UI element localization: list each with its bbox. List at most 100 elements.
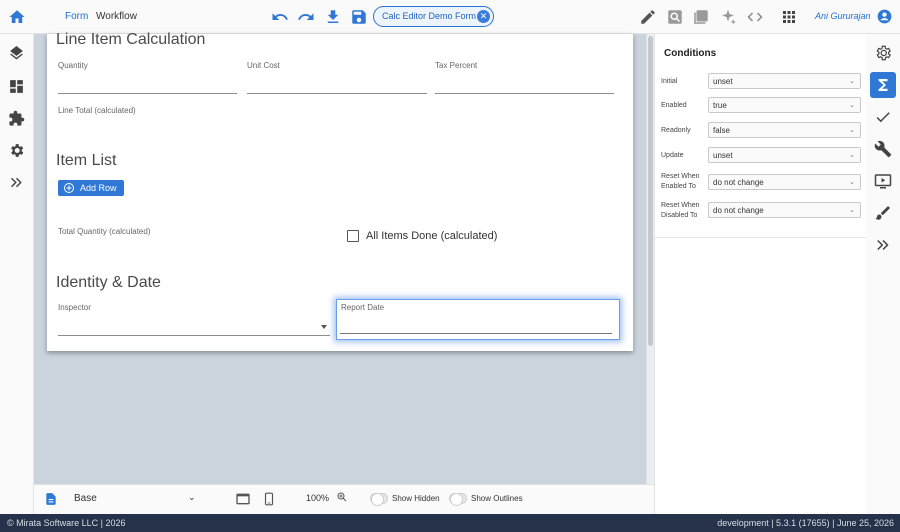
- section-title[interactable]: Identity & Date: [56, 274, 161, 292]
- panel-title: Conditions: [664, 48, 717, 59]
- show-hidden-label: Show Hidden: [392, 494, 440, 503]
- chevron-down-icon[interactable]: ⌄: [188, 492, 196, 503]
- section-title[interactable]: Line Item Calculation: [56, 31, 205, 49]
- section-title[interactable]: Item List: [56, 152, 116, 170]
- top-toolbar: Form Workflow Calc Editor Demo Form ✕ An…: [0, 0, 900, 34]
- select-value: true: [713, 101, 727, 110]
- bottom-toolbar: Base ⌄ 100% Show Hidden Show Outlines: [34, 484, 654, 514]
- chevron-down-icon: ⌄: [849, 207, 855, 214]
- close-icon[interactable]: ✕: [477, 10, 490, 23]
- report-date-input[interactable]: [340, 333, 612, 334]
- select-value: unset: [713, 151, 733, 160]
- reset-enabled-select[interactable]: do not change ⌄: [708, 174, 861, 190]
- paint-brush-icon[interactable]: [874, 204, 892, 222]
- expand-chevrons-icon[interactable]: [8, 174, 25, 191]
- prop-label-initial: Initial: [661, 78, 678, 85]
- field-label-tax-percent[interactable]: Tax Percent: [435, 61, 477, 70]
- all-items-done-checkbox[interactable]: [347, 230, 359, 242]
- home-icon[interactable]: [8, 8, 26, 26]
- download-icon[interactable]: [324, 8, 342, 26]
- chevron-down-icon: ⌄: [849, 152, 855, 159]
- footer-bar: © Mirata Software LLC | 2026 development…: [0, 514, 900, 532]
- properties-panel: Conditions Initial unset ⌄ Enabled true ⌄ …: [654, 34, 867, 514]
- report-date-field-selected[interactable]: Report Date: [336, 299, 620, 340]
- select-value: do not change: [713, 206, 764, 215]
- field-label-inspector[interactable]: Inspector: [58, 303, 91, 312]
- expand-chevrons-icon[interactable]: [874, 236, 892, 254]
- desktop-view-icon[interactable]: [235, 491, 251, 507]
- puzzle-extension-icon[interactable]: [8, 110, 25, 127]
- chevron-down-icon: ⌄: [849, 179, 855, 186]
- initial-select[interactable]: unset ⌄: [708, 73, 861, 89]
- add-circle-icon: [64, 183, 74, 193]
- divider: [655, 237, 867, 238]
- quantity-field[interactable]: [58, 93, 237, 94]
- zoom-in-icon[interactable]: [336, 491, 348, 503]
- version-info: development | 5.3.1 (17655) | June 25, 2…: [717, 518, 894, 528]
- dropdown-arrow-icon[interactable]: [321, 325, 327, 329]
- account-icon[interactable]: [877, 9, 892, 24]
- preview-play-icon[interactable]: [874, 172, 892, 190]
- canvas-scrollbar[interactable]: [646, 34, 654, 484]
- sigma-icon[interactable]: [874, 76, 892, 94]
- checkbox-label[interactable]: All Items Done (calculated): [366, 230, 497, 242]
- mobile-view-icon[interactable]: [262, 490, 276, 508]
- prop-label-update: Update: [661, 152, 684, 159]
- add-row-button[interactable]: Add Row: [58, 180, 124, 196]
- right-rail: [866, 34, 900, 514]
- preview-search-icon[interactable]: [666, 8, 684, 26]
- enabled-select[interactable]: true ⌄: [708, 97, 861, 113]
- reset-disabled-select[interactable]: do not change ⌄: [708, 202, 861, 218]
- show-outlines-label: Show Outlines: [471, 494, 523, 503]
- settings-gear-icon[interactable]: [874, 44, 892, 62]
- undo-icon[interactable]: [271, 8, 289, 26]
- inspector-dropdown[interactable]: [58, 335, 330, 336]
- layers-icon[interactable]: [8, 46, 25, 63]
- add-row-label: Add Row: [80, 183, 117, 193]
- zoom-level: 100%: [306, 493, 330, 503]
- prop-label-reset-when-enabled: Reset When Enabled To: [661, 173, 700, 190]
- gallery-icon[interactable]: [692, 8, 710, 26]
- show-outlines-toggle[interactable]: [449, 493, 467, 506]
- update-select[interactable]: unset ⌄: [708, 147, 861, 163]
- prop-label-reset-when-disabled: Reset When Disabled To: [661, 202, 700, 219]
- field-label-quantity[interactable]: Quantity: [58, 61, 88, 70]
- chevron-down-icon: ⌄: [849, 102, 855, 109]
- save-icon[interactable]: [350, 8, 368, 26]
- show-hidden-toggle[interactable]: [370, 493, 388, 506]
- redo-icon[interactable]: [297, 8, 315, 26]
- tab-form[interactable]: Form: [65, 11, 88, 22]
- dashboard-icon[interactable]: [8, 78, 25, 95]
- form-card: Line Item Calculation Quantity Unit Cost…: [47, 31, 633, 351]
- code-icon[interactable]: [746, 8, 764, 26]
- tax-percent-field[interactable]: [435, 93, 614, 94]
- form-name-chip[interactable]: Calc Editor Demo Form ✕: [373, 6, 494, 27]
- scrollbar-thumb[interactable]: [648, 36, 653, 346]
- copyright-text: © Mirata Software LLC | 2026: [7, 518, 126, 528]
- prop-label-enabled: Enabled: [661, 102, 687, 109]
- left-rail: [0, 34, 34, 514]
- wrench-icon[interactable]: [874, 140, 892, 158]
- select-value: do not change: [713, 178, 764, 187]
- prop-label-readonly: Readonly: [661, 127, 691, 134]
- field-label-unit-cost[interactable]: Unit Cost: [247, 61, 280, 70]
- form-name-label: Calc Editor Demo Form: [382, 11, 477, 21]
- document-icon: [46, 493, 56, 505]
- field-label-total-quantity[interactable]: Total Quantity (calculated): [58, 227, 151, 236]
- version-select-value[interactable]: Base: [74, 493, 97, 504]
- apps-grid-icon[interactable]: [780, 8, 798, 26]
- sparkle-ai-icon[interactable]: [719, 8, 737, 26]
- chevron-down-icon: ⌄: [849, 127, 855, 134]
- checkmark-icon[interactable]: [874, 108, 892, 126]
- unit-cost-field[interactable]: [247, 93, 427, 94]
- select-value: false: [713, 126, 730, 135]
- user-name[interactable]: Ani Gururajan: [815, 11, 871, 21]
- readonly-select[interactable]: false ⌄: [708, 122, 861, 138]
- tab-workflow[interactable]: Workflow: [96, 11, 137, 22]
- edit-pencil-icon[interactable]: [639, 8, 657, 26]
- field-label-report-date: Report Date: [341, 303, 385, 312]
- chevron-down-icon: ⌄: [849, 78, 855, 85]
- settings-gear-icon[interactable]: [8, 142, 25, 159]
- select-value: unset: [713, 77, 733, 86]
- field-label-line-total[interactable]: Line Total (calculated): [58, 106, 136, 115]
